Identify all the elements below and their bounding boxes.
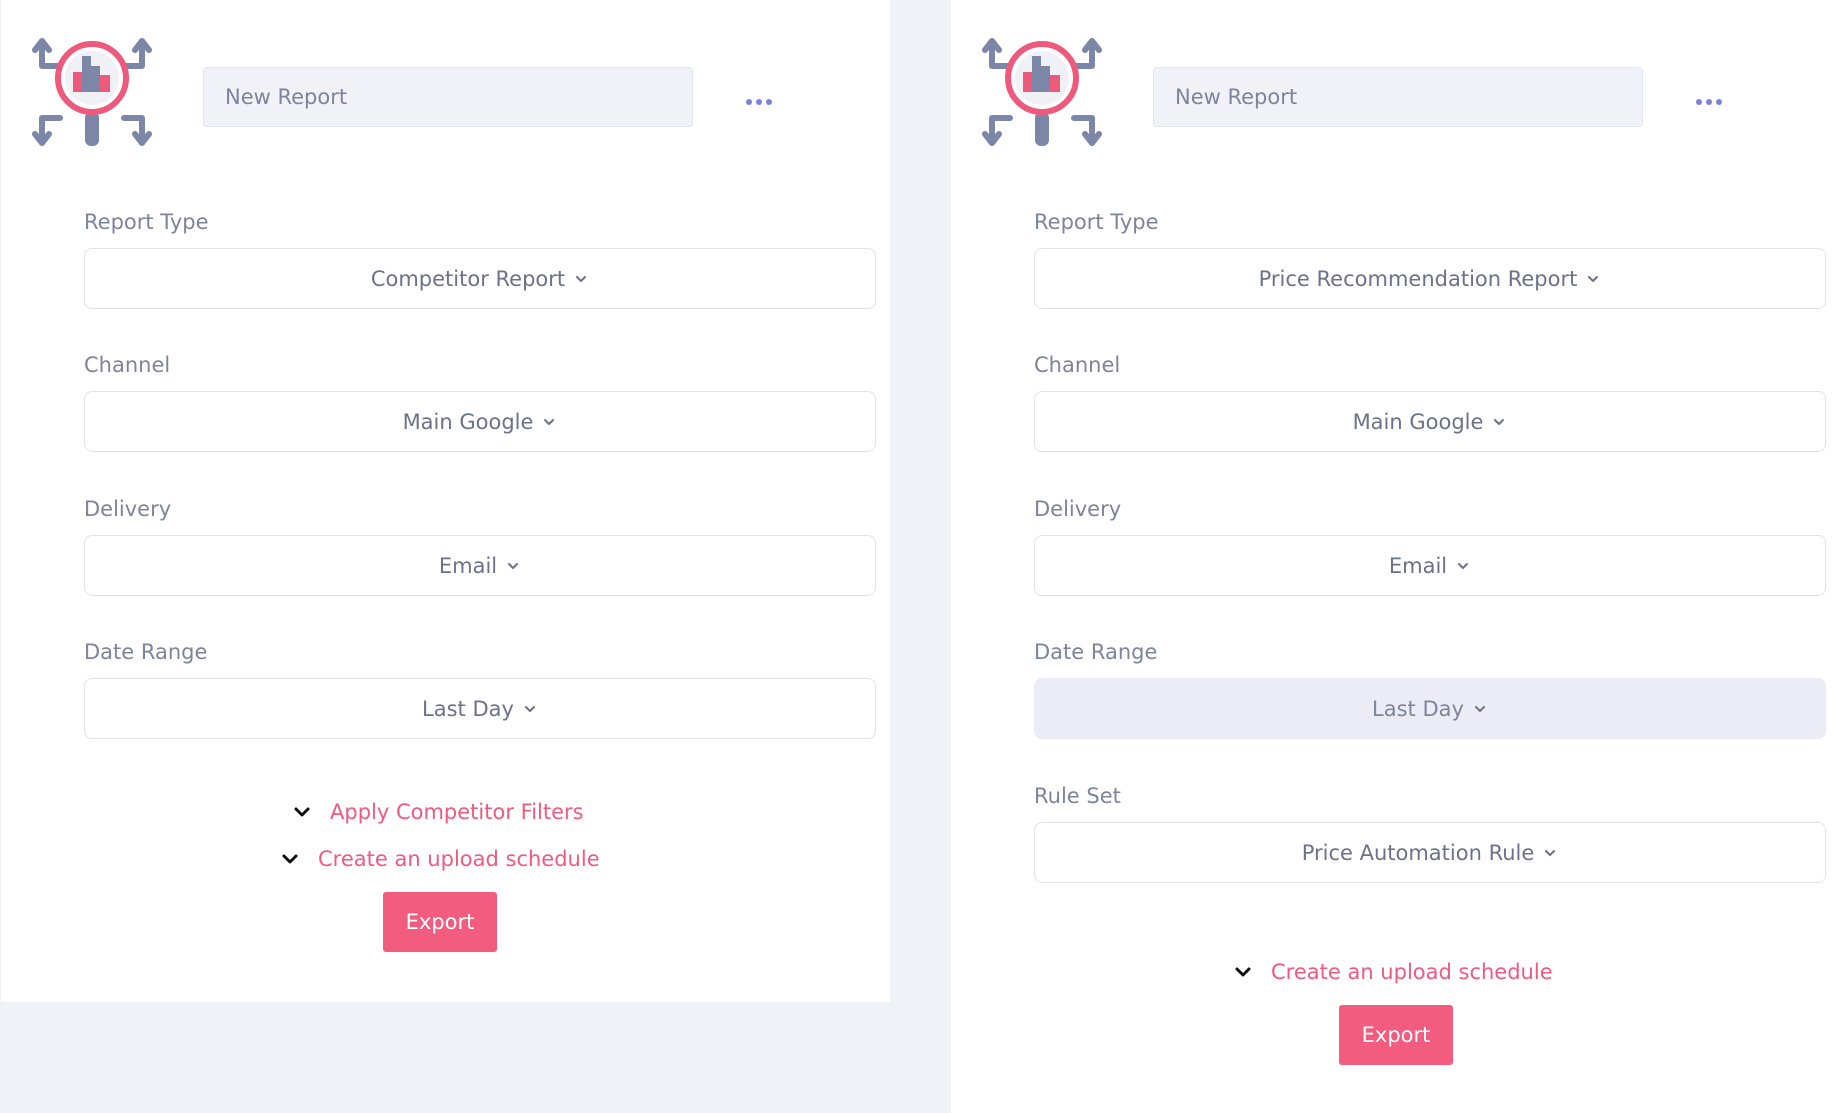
rule-set-value: Price Automation Rule [1301, 840, 1535, 865]
chevron-down-icon [1585, 271, 1601, 287]
report-type-value: Price Recommendation Report [1258, 266, 1578, 291]
report-type-select[interactable]: Competitor Report [84, 248, 876, 309]
chevron-down-icon [1455, 558, 1471, 574]
channel-select[interactable]: Main Google [1034, 391, 1826, 452]
delivery-label: Delivery [1034, 497, 1122, 521]
upload-schedule-label: Create an upload schedule [1271, 960, 1553, 984]
report-type-value: Competitor Report [370, 266, 566, 291]
report-name-input[interactable] [203, 67, 693, 127]
chevron-down-icon [505, 558, 521, 574]
report-logo-icon [32, 32, 152, 152]
report-type-select[interactable]: Price Recommendation Report [1034, 248, 1826, 309]
channel-select[interactable]: Main Google [84, 391, 876, 452]
apply-competitor-filters-label: Apply Competitor Filters [330, 800, 584, 824]
export-button[interactable]: Export [1339, 1005, 1453, 1065]
report-type-label: Report Type [84, 210, 209, 234]
upload-schedule-toggle[interactable]: Create an upload schedule [280, 847, 600, 871]
chevron-down-icon [573, 271, 589, 287]
delivery-value: Email [1388, 553, 1448, 578]
chevron-down-icon [522, 701, 538, 717]
report-logo-icon [982, 32, 1102, 152]
upload-schedule-toggle[interactable]: Create an upload schedule [1233, 960, 1553, 984]
apply-competitor-filters-toggle[interactable]: Apply Competitor Filters [292, 800, 584, 824]
delivery-label: Delivery [84, 497, 172, 521]
rule-set-select[interactable]: Price Automation Rule [1034, 822, 1826, 883]
date-range-label: Date Range [1034, 640, 1158, 664]
delivery-select[interactable]: Email [84, 535, 876, 596]
more-options-button[interactable] [1689, 92, 1729, 112]
chevron-down-icon [280, 849, 300, 869]
report-card-right: Report Type Price Recommendation Report … [951, 0, 1846, 1113]
delivery-select[interactable]: Email [1034, 535, 1826, 596]
more-dots-icon [746, 99, 752, 105]
date-range-value: Last Day [422, 696, 514, 721]
chevron-down-icon [292, 802, 312, 822]
more-options-button[interactable] [739, 92, 779, 112]
delivery-value: Email [438, 553, 498, 578]
channel-value: Main Google [402, 409, 534, 434]
report-card-left: Report Type Competitor Report Channel Ma… [1, 0, 890, 1002]
report-type-label: Report Type [1034, 210, 1159, 234]
upload-schedule-label: Create an upload schedule [318, 847, 600, 871]
channel-label: Channel [1034, 353, 1121, 377]
date-range-label: Date Range [84, 640, 208, 664]
channel-value: Main Google [1352, 409, 1484, 434]
rule-set-label: Rule Set [1034, 784, 1121, 808]
date-range-select[interactable]: Last Day [1034, 678, 1826, 739]
chevron-down-icon [1491, 414, 1507, 430]
more-dots-icon [1696, 99, 1702, 105]
chevron-down-icon [1542, 845, 1558, 861]
chevron-down-icon [1233, 962, 1253, 982]
date-range-value: Last Day [1372, 696, 1464, 721]
channel-label: Channel [84, 353, 171, 377]
chevron-down-icon [1472, 701, 1488, 717]
report-name-input[interactable] [1153, 67, 1643, 127]
export-button[interactable]: Export [383, 892, 497, 952]
chevron-down-icon [541, 414, 557, 430]
date-range-select[interactable]: Last Day [84, 678, 876, 739]
